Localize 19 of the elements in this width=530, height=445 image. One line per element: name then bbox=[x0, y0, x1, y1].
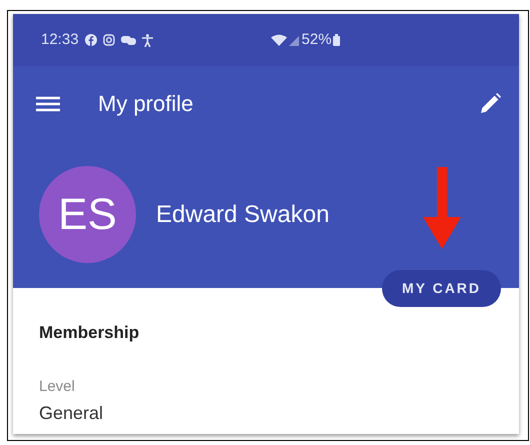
field-value: General bbox=[39, 402, 104, 425]
pencil-icon[interactable] bbox=[479, 92, 501, 114]
arrow-icon bbox=[423, 167, 461, 249]
wifi-icon bbox=[270, 34, 287, 46]
signal-icon bbox=[288, 34, 299, 46]
profile-name: Edward Swakon bbox=[156, 200, 330, 230]
status-time: 12:33 bbox=[41, 30, 79, 50]
facebook-icon bbox=[84, 34, 97, 46]
my-card-button[interactable]: MY CARD bbox=[382, 270, 501, 307]
field-label: Level bbox=[39, 376, 76, 396]
toolbar-title: My profile bbox=[98, 90, 194, 118]
menu-icon[interactable] bbox=[36, 96, 60, 112]
section-heading: Membership bbox=[39, 322, 140, 344]
instagram-icon bbox=[102, 34, 115, 46]
accessibility-icon bbox=[142, 34, 153, 46]
chat-icon bbox=[120, 34, 136, 46]
battery-icon bbox=[332, 34, 340, 46]
battery-percent: 52% bbox=[302, 30, 332, 50]
avatar: ES bbox=[39, 166, 136, 263]
